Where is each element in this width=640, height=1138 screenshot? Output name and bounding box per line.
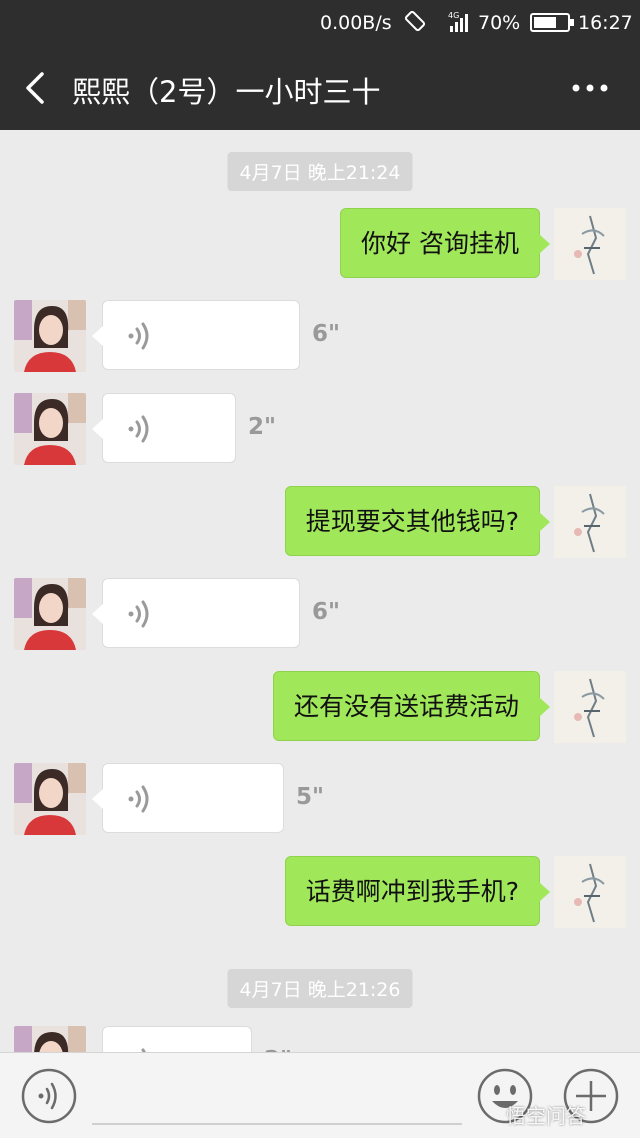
- rotation-lock-icon: [404, 10, 426, 32]
- voice-message[interactable]: [92, 578, 300, 648]
- contact-avatar[interactable]: [14, 763, 86, 835]
- chat-header: 熙熙（2号）一小时三十: [0, 46, 640, 130]
- battery-fill: [534, 17, 557, 28]
- chevron-left-icon[interactable]: [22, 70, 50, 106]
- voice-duration: 6": [312, 321, 340, 347]
- contact-avatar[interactable]: [14, 1026, 86, 1052]
- battery-nub: [570, 19, 574, 26]
- network-speed: 0.00B/s: [320, 12, 392, 34]
- my-avatar[interactable]: [554, 486, 626, 558]
- voice-message[interactable]: [102, 1026, 252, 1052]
- voice-wave-icon: [128, 600, 149, 628]
- outgoing-message[interactable]: 提现要交其他钱吗?: [284, 486, 551, 556]
- voice-duration: 5": [296, 784, 324, 810]
- voice-message[interactable]: [92, 300, 300, 370]
- voice-wave-icon: [128, 785, 149, 813]
- battery-icon: [530, 13, 574, 32]
- timestamp: 4月7日 晚上21:26: [227, 969, 413, 1008]
- outgoing-message[interactable]: 话费啊冲到我手机?: [284, 856, 551, 926]
- contact-avatar[interactable]: [14, 393, 86, 465]
- voice-input-icon[interactable]: [20, 1067, 78, 1125]
- battery-percent: 70%: [478, 12, 521, 34]
- contact-avatar[interactable]: [14, 578, 86, 650]
- outgoing-message[interactable]: 还有没有送话费活动: [272, 671, 551, 741]
- my-avatar[interactable]: [554, 671, 626, 743]
- voice-message[interactable]: [92, 763, 284, 833]
- chat-area[interactable]: 4月7日 晚上21:24 你好 咨询挂机 6" 2" 提现要交其他钱吗? 6" …: [0, 130, 640, 1052]
- contact-avatar[interactable]: [14, 300, 86, 372]
- outgoing-message[interactable]: 你好 咨询挂机: [340, 208, 550, 278]
- voice-message[interactable]: [92, 393, 236, 463]
- my-avatar[interactable]: [554, 856, 626, 928]
- svg-text:4G: 4G: [448, 11, 459, 20]
- my-avatar[interactable]: [554, 208, 626, 280]
- status-bar: 0.00B/s 4G 70% 16:27: [0, 0, 640, 46]
- timestamp: 4月7日 晚上21:24: [227, 152, 413, 191]
- voice-duration: 6": [312, 599, 340, 625]
- message-input[interactable]: [92, 1123, 462, 1125]
- chat-title: 熙熙（2号）一小时三十: [72, 75, 381, 109]
- clock: 16:27: [578, 12, 633, 34]
- more-dots-icon[interactable]: [570, 80, 610, 96]
- watermark: 悟空问答: [506, 1104, 586, 1128]
- voice-wave-icon: [128, 322, 149, 350]
- signal-4g-icon: 4G: [448, 11, 468, 32]
- voice-wave-icon: [128, 415, 149, 443]
- voice-duration: 2": [248, 414, 276, 440]
